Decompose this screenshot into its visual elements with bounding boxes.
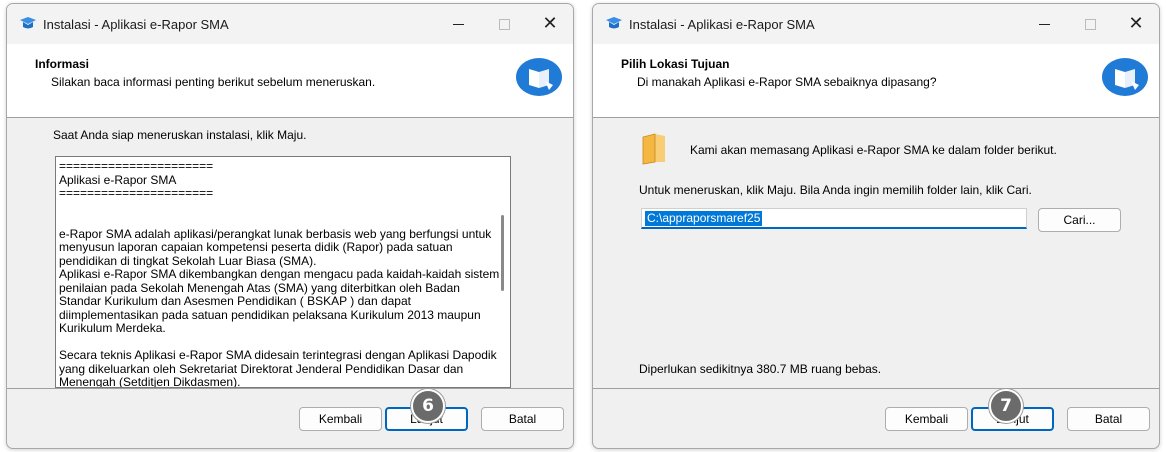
info-content: ====================== Aplikasi e-Rapor … [59, 159, 505, 388]
browse-button[interactable]: Cari... [1038, 208, 1121, 232]
info-textbox[interactable]: ====================== Aplikasi e-Rapor … [55, 156, 511, 388]
step-badge: 6 [411, 389, 445, 423]
window-title: Instalasi - Aplikasi e-Rapor SMA [43, 17, 229, 32]
wizard-header: Pilih Lokasi Tujuan Di manakah Aplikasi … [593, 44, 1159, 118]
info-line: ====================== [59, 159, 214, 173]
header-subtitle: Di manakah Aplikasi e-Rapor SMA sebaikny… [637, 75, 937, 89]
maximize-button[interactable] [1067, 4, 1113, 44]
space-required-text: Diperlukan sedikitnya 380.7 MB ruang beb… [639, 362, 882, 376]
info-line: Aplikasi e-Rapor SMA dikembangkan dengan… [59, 267, 500, 335]
wizard-body: Saat Anda siap meneruskan instalasi, kli… [7, 118, 573, 388]
logo-icon [516, 58, 562, 96]
wizard-header: Informasi Silakan baca informasi penting… [7, 44, 573, 118]
info-line: ====================== [59, 186, 214, 200]
minimize-icon [452, 23, 464, 25]
maximize-button[interactable] [481, 4, 527, 44]
footer-divider [7, 388, 573, 389]
scrollbar-thumb[interactable] [501, 215, 504, 291]
intro-text: Saat Anda siap meneruskan instalasi, kli… [53, 128, 307, 142]
footer-divider [593, 388, 1159, 389]
minimize-button[interactable] [1021, 4, 1067, 44]
info-line: Secara teknis Aplikasi e-Rapor SMA dides… [59, 348, 497, 388]
minimize-button[interactable] [435, 4, 481, 44]
folder-info-text: Kami akan memasang Aplikasi e-Rapor SMA … [690, 143, 1057, 157]
header-title: Informasi [35, 57, 90, 71]
installer-window-location: Instalasi - Aplikasi e-Rapor SMA ✕ Pilih… [592, 3, 1160, 449]
logo-icon [1102, 58, 1148, 96]
cancel-button[interactable]: Batal [481, 407, 564, 431]
cancel-button[interactable]: Batal [1067, 407, 1150, 431]
info-line: e-Rapor SMA adalah aplikasi/perangkat lu… [59, 226, 492, 268]
info-line: Aplikasi e-Rapor SMA [59, 172, 177, 187]
close-button[interactable]: ✕ [527, 4, 573, 44]
title-bar[interactable]: Instalasi - Aplikasi e-Rapor SMA ✕ [593, 4, 1159, 44]
close-button[interactable]: ✕ [1113, 4, 1159, 44]
step-badge: 7 [989, 389, 1023, 423]
maximize-icon [1084, 18, 1096, 30]
app-icon [606, 17, 622, 29]
destination-path-input[interactable]: C:\appraporsmaref25 [641, 208, 1027, 229]
header-title: Pilih Lokasi Tujuan [621, 57, 730, 71]
app-icon [20, 17, 36, 29]
window-title: Instalasi - Aplikasi e-Rapor SMA [629, 17, 815, 32]
back-button[interactable]: Kembali [299, 407, 382, 431]
close-icon: ✕ [542, 13, 558, 34]
title-bar[interactable]: Instalasi - Aplikasi e-Rapor SMA ✕ [7, 4, 573, 44]
folder-icon [642, 133, 665, 165]
close-icon: ✕ [1128, 13, 1144, 34]
installer-window-info: Instalasi - Aplikasi e-Rapor SMA ✕ Infor… [6, 3, 574, 449]
path-value: C:\appraporsmaref25 [645, 211, 763, 226]
minimize-icon [1038, 23, 1050, 25]
wizard-body: Kami akan memasang Aplikasi e-Rapor SMA … [593, 118, 1159, 388]
hint-text: Untuk meneruskan, klik Maju. Bila Anda i… [639, 183, 1032, 197]
header-subtitle: Silakan baca informasi penting berikut s… [51, 75, 376, 89]
back-button[interactable]: Kembali [885, 407, 968, 431]
maximize-icon [498, 18, 510, 30]
